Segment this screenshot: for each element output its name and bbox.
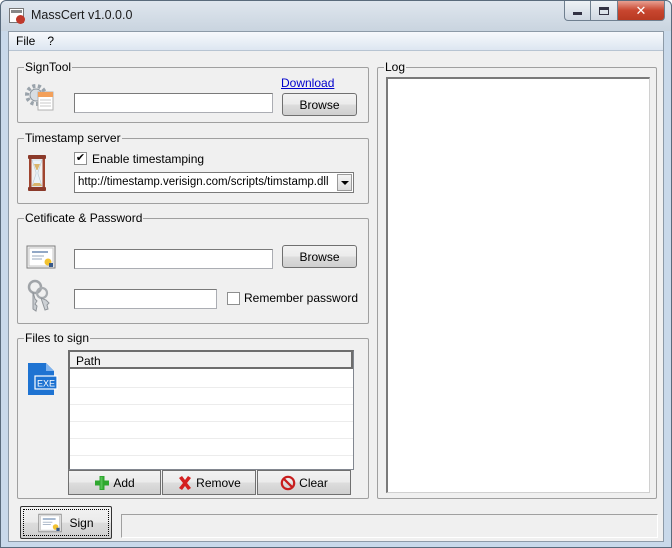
log-textarea[interactable] [386, 77, 650, 493]
sign-certificate-icon [38, 513, 63, 532]
title-bar[interactable]: MassCert v1.0.0.0 ✕ [1, 1, 671, 31]
log-legend: Log [384, 60, 407, 74]
remove-x-icon [179, 475, 192, 490]
client-area: File ? SignTool Download Browse Timestam… [8, 31, 664, 542]
column-header-path[interactable]: Path [70, 352, 353, 369]
remove-button-label: Remove [196, 475, 241, 490]
app-icon [9, 8, 25, 24]
status-panel [121, 514, 658, 538]
combo-dropdown-button[interactable] [337, 174, 352, 191]
download-link[interactable]: Download [281, 76, 334, 90]
close-button[interactable]: ✕ [618, 1, 665, 21]
add-button[interactable]: Add [68, 470, 161, 495]
close-icon: ✕ [635, 2, 647, 18]
list-row [70, 371, 353, 388]
files-listview[interactable]: Path [68, 350, 354, 470]
minimize-button[interactable] [564, 1, 591, 21]
certificate-legend: Cetificate & Password [24, 211, 144, 225]
certificate-group: Cetificate & Password Browse Remember pa… [17, 211, 369, 324]
list-row [70, 439, 353, 456]
plus-icon [95, 475, 110, 490]
enable-timestamping-label[interactable]: Enable timestamping [92, 152, 204, 166]
sign-button[interactable]: Sign [20, 506, 112, 539]
hourglass-icon [28, 155, 46, 191]
log-group: Log [377, 60, 657, 499]
certificate-icon [26, 245, 56, 269]
menu-file[interactable]: File [11, 34, 40, 48]
signtool-gear-icon [25, 84, 54, 111]
certificate-browse-button[interactable]: Browse [282, 245, 357, 268]
maximize-icon [599, 6, 609, 15]
timestamp-legend: Timestamp server [24, 131, 122, 145]
enable-timestamping-checkbox[interactable]: ✔ [74, 152, 87, 165]
clear-button-label: Clear [299, 475, 328, 490]
minimize-icon [573, 12, 582, 15]
list-row [70, 405, 353, 422]
maximize-button[interactable] [591, 1, 618, 21]
remember-password-checkbox[interactable] [227, 292, 240, 305]
caption-buttons: ✕ [564, 1, 665, 21]
timestamp-server-combo[interactable]: http://timestamp.verisign.com/scripts/ti… [74, 172, 354, 193]
remove-button[interactable]: Remove [162, 470, 256, 495]
signtool-legend: SignTool [24, 60, 73, 74]
menu-help[interactable]: ? [42, 34, 59, 48]
add-button-label: Add [113, 475, 135, 490]
files-legend: Files to sign [24, 331, 91, 345]
app-window: MassCert v1.0.0.0 ✕ File ? SignTool Down… [0, 0, 672, 548]
password-input[interactable] [74, 289, 217, 309]
list-row [70, 388, 353, 405]
window-title: MassCert v1.0.0.0 [31, 8, 133, 22]
signtool-path-input[interactable] [74, 93, 273, 113]
sign-button-label: Sign [69, 515, 94, 530]
clear-no-icon [280, 475, 296, 490]
signtool-browse-button[interactable]: Browse [282, 93, 357, 116]
chevron-down-icon [340, 180, 349, 185]
certificate-path-input[interactable] [74, 249, 273, 269]
timestamp-server-value: http://timestamp.verisign.com/scripts/ti… [78, 176, 329, 188]
files-group: Files to sign EXE Path Add Remove Clear [17, 331, 369, 499]
clear-button[interactable]: Clear [257, 470, 351, 495]
keys-icon [27, 279, 50, 312]
remember-password-label[interactable]: Remember password [244, 291, 358, 305]
exe-file-icon: EXE [28, 363, 58, 395]
exe-badge-text: EXE [37, 379, 55, 389]
menu-bar: File ? [9, 32, 663, 51]
timestamp-group: Timestamp server ✔ Enable timestamping h… [17, 131, 369, 204]
signtool-group: SignTool Download Browse [17, 60, 369, 123]
list-row [70, 422, 353, 439]
